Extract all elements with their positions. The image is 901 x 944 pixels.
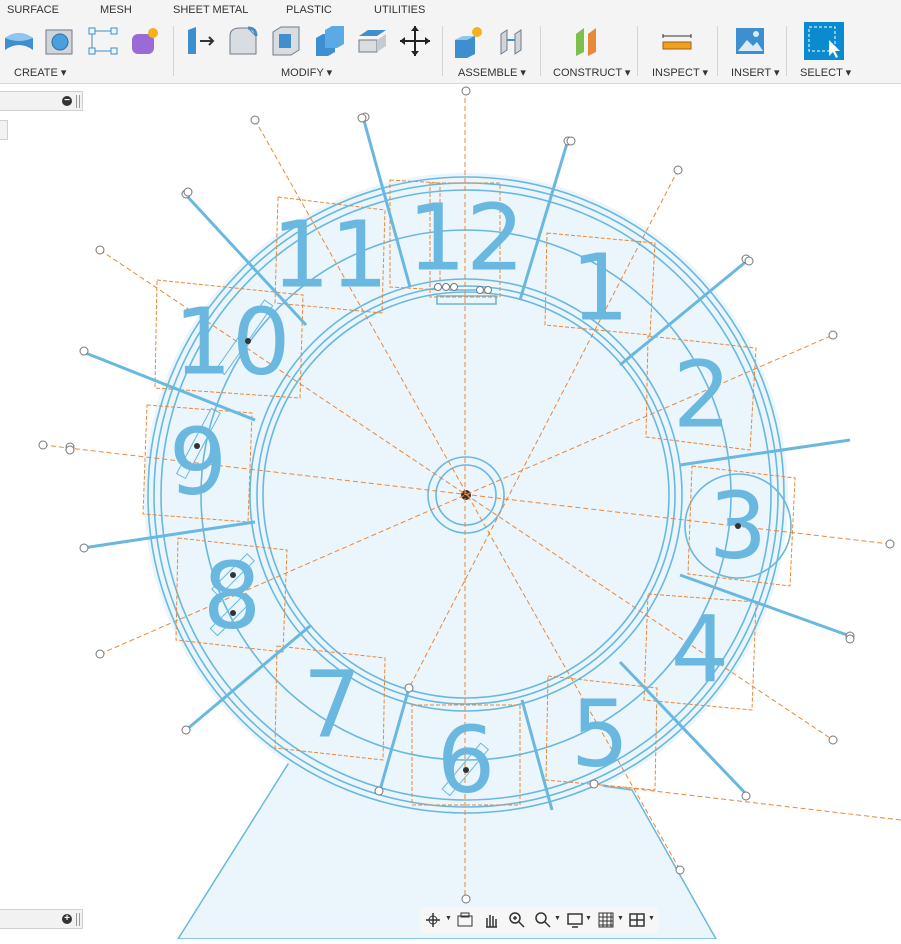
numeral-11: 11 [271, 202, 388, 309]
panel-edge-tab[interactable] [0, 120, 8, 140]
joint-icon[interactable] [496, 24, 530, 58]
panel-grip[interactable] [76, 95, 80, 108]
chevron-down-icon[interactable]: ▼ [445, 915, 452, 922]
chevron-down-icon[interactable]: ▼ [585, 915, 592, 922]
offset-face-icon[interactable] [356, 24, 390, 58]
sketch-viewport[interactable]: .sk { fill:none; stroke:#6ab8e0; stroke-… [0, 84, 901, 940]
insert-menu[interactable]: INSERT ▾ [731, 66, 780, 79]
new-component-icon[interactable] [452, 24, 486, 58]
viewports-icon[interactable] [628, 911, 646, 929]
numeral-2: 2 [673, 342, 732, 449]
numeral-4: 4 [671, 597, 730, 704]
chevron-down-icon[interactable]: ▼ [617, 915, 624, 922]
divider [173, 26, 174, 76]
browser-panel-collapsed[interactable]: − [0, 91, 83, 111]
divider [540, 26, 541, 76]
select-menu[interactable]: SELECT ▾ [800, 66, 851, 79]
tab-utilities[interactable]: UTILITIES [374, 4, 425, 16]
divider [637, 26, 638, 76]
grid-icon[interactable] [597, 911, 615, 929]
insert-image-icon[interactable] [733, 24, 767, 58]
modify-menu[interactable]: MODIFY ▾ [281, 66, 332, 79]
look-at-icon[interactable] [456, 911, 474, 929]
divider [717, 26, 718, 76]
tab-plastic[interactable]: PLASTIC [286, 4, 332, 16]
move-icon[interactable] [398, 24, 432, 58]
numeral-12: 12 [407, 185, 524, 292]
tab-surface[interactable]: SURFACE [7, 4, 59, 16]
fillet-icon[interactable] [226, 24, 260, 58]
sketch-icon[interactable] [86, 24, 120, 58]
pan-icon[interactable] [482, 911, 500, 929]
create-menu[interactable]: CREATE ▾ [14, 66, 66, 79]
collapse-button[interactable]: − [62, 96, 72, 106]
construct-menu[interactable]: CONSTRUCT ▾ [553, 66, 630, 79]
shell-icon[interactable] [269, 24, 303, 58]
tab-mesh[interactable]: MESH [100, 4, 132, 16]
numeral-1: 1 [571, 235, 630, 342]
revolve-icon[interactable] [43, 24, 77, 58]
chevron-down-icon[interactable]: ▼ [554, 915, 561, 922]
expand-button[interactable]: + [62, 914, 72, 924]
comments-panel-collapsed[interactable]: + [0, 909, 83, 929]
measure-icon[interactable] [660, 24, 694, 58]
divider [442, 26, 443, 76]
panel-grip[interactable] [76, 913, 80, 926]
zoom-icon[interactable] [508, 911, 526, 929]
orbit-icon[interactable] [424, 911, 442, 929]
navigation-bar: ▼ ▼ ▼ ▼ ▼ [420, 907, 658, 933]
extrude-icon[interactable] [2, 24, 36, 58]
form-icon[interactable] [128, 24, 162, 58]
divider [786, 26, 787, 76]
select-icon[interactable] [804, 22, 844, 60]
design-canvas[interactable]: .sk { fill:none; stroke:#6ab8e0; stroke-… [0, 84, 901, 940]
chevron-down-icon[interactable]: ▼ [648, 915, 655, 922]
numeral-9: 9 [169, 409, 228, 516]
tab-sheet-metal[interactable]: SHEET METAL [173, 4, 248, 16]
inspect-menu[interactable]: INSPECT ▾ [652, 66, 708, 79]
ribbon-toolbar: SURFACE MESH SHEET METAL PLASTIC UTILITI… [0, 0, 901, 84]
numeral-7: 7 [303, 652, 362, 759]
press-pull-icon[interactable] [184, 24, 218, 58]
display-settings-icon[interactable] [566, 911, 584, 929]
plane-icon[interactable] [572, 24, 606, 58]
numeral-5: 5 [571, 681, 630, 788]
combine-icon[interactable] [313, 24, 347, 58]
assemble-menu[interactable]: ASSEMBLE ▾ [458, 66, 526, 79]
zoom-window-icon[interactable] [534, 911, 552, 929]
